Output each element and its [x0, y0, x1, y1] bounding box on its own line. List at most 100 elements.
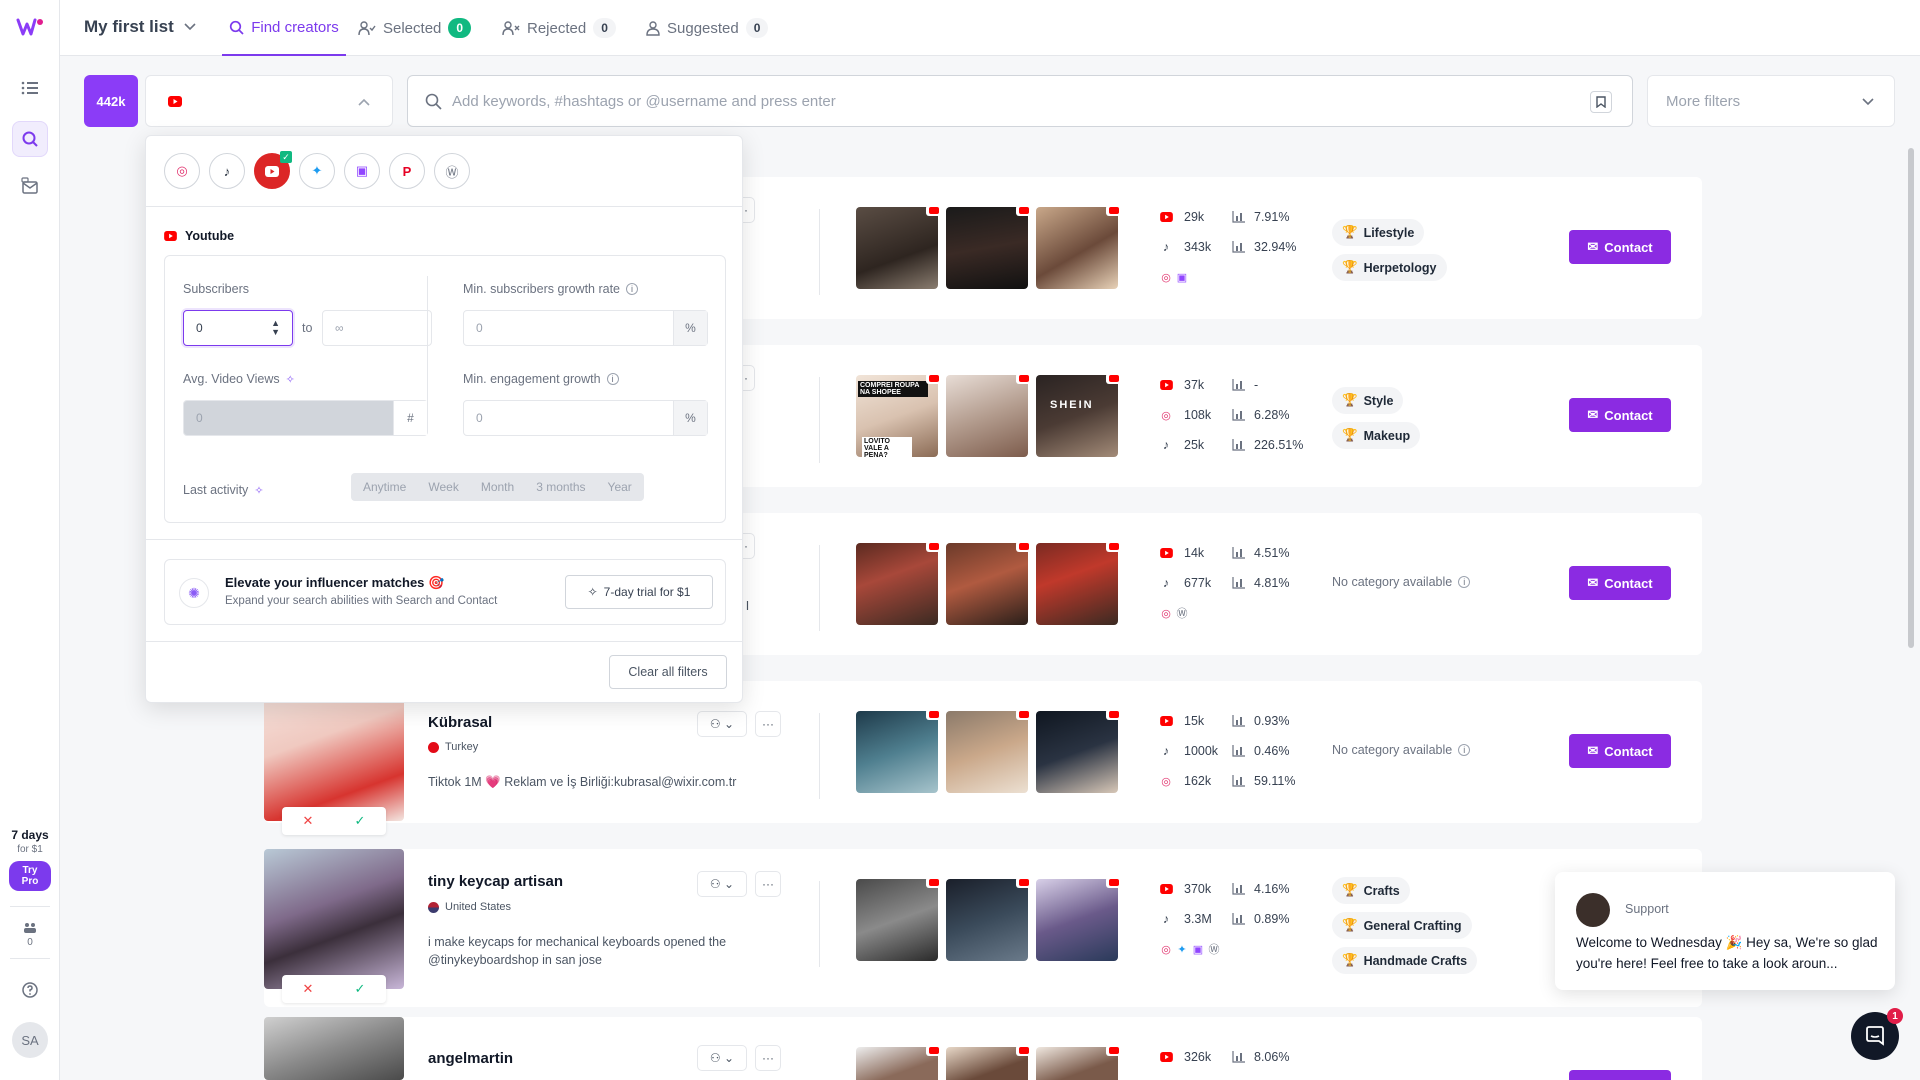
tab-find-creators[interactable]: Find creators [222, 0, 346, 56]
extra-platforms: ◎ Ⓦ [1158, 598, 1289, 628]
top-bar: My first list Find creators Selected 0 R… [60, 0, 1920, 56]
twitter-icon[interactable]: ✦ [1174, 941, 1190, 957]
growth-rate-input[interactable]: 0 % [463, 310, 708, 346]
creator-photo[interactable] [264, 849, 404, 989]
try-pro-button[interactable]: Try Pro [9, 861, 51, 891]
more-options-button[interactable]: ··· [755, 871, 781, 897]
pinterest-toggle[interactable]: P [389, 153, 425, 189]
instagram-icon[interactable]: ◎ [1158, 269, 1174, 285]
activity-option-month[interactable]: Month [470, 475, 525, 499]
list-selector[interactable]: My first list [84, 17, 196, 37]
contact-button[interactable]: ✉ Contact [1569, 398, 1671, 432]
creator-name[interactable]: Kübrasal [428, 714, 492, 731]
chat-launcher-button[interactable]: 1 [1851, 1008, 1903, 1060]
creator-photo[interactable] [264, 1017, 404, 1080]
trial-box: 7 days for $1 Try Pro [6, 828, 54, 891]
tab-selected[interactable]: Selected 0 [358, 0, 472, 56]
search-nav-icon[interactable] [12, 121, 48, 157]
app-logo[interactable] [16, 16, 44, 38]
bookmark-button[interactable] [1590, 91, 1612, 113]
video-thumbnail[interactable] [1036, 709, 1121, 793]
engagement-icon [1232, 547, 1245, 559]
creator-name[interactable]: angelmartin [428, 1050, 513, 1067]
wordpress-icon[interactable]: Ⓦ [1174, 605, 1190, 621]
add-to-list-button[interactable]: ⚇ ⌄ [697, 1045, 747, 1071]
contact-button[interactable]: ✉ Contact [1569, 566, 1671, 600]
stat-row: 29k 7.91% [1158, 202, 1296, 232]
select-icon[interactable]: ✓ [355, 981, 366, 997]
add-to-list-button[interactable]: ⚇ ⌄ [697, 871, 747, 897]
activity-option-anytime[interactable]: Anytime [353, 475, 417, 499]
search-input[interactable] [452, 92, 1552, 110]
instagram-icon[interactable]: ◎ [1158, 941, 1174, 957]
video-thumbnail[interactable] [946, 541, 1031, 625]
inbox-icon[interactable] [12, 168, 48, 204]
video-thumbnail[interactable] [856, 877, 941, 961]
video-thumbnail[interactable] [946, 877, 1031, 961]
more-filters-select[interactable]: More filters [1647, 75, 1895, 127]
info-icon[interactable]: i [626, 283, 639, 295]
add-to-list-button[interactable]: ⚇ ⌄ [697, 711, 747, 737]
followers-value: 162k [1184, 774, 1212, 788]
video-thumbnail[interactable] [856, 709, 941, 793]
engagement-growth-input[interactable]: 0 % [463, 400, 708, 436]
scrollbar[interactable] [1908, 148, 1914, 648]
contact-button[interactable]: ✉ Contact [1569, 230, 1671, 264]
video-thumbnail[interactable] [946, 1045, 1031, 1080]
activity-option-year[interactable]: Year [597, 475, 642, 499]
select-icon[interactable]: ✓ [355, 813, 366, 829]
twitch-toggle[interactable]: ▣ [344, 153, 380, 189]
followers-value: 343k [1184, 240, 1212, 254]
video-thumbnail[interactable]: SHEIN [1036, 373, 1121, 457]
user-avatar[interactable]: SA [12, 1022, 48, 1058]
twitch-icon[interactable]: ▣ [1174, 269, 1190, 285]
avg-views-input[interactable]: 0 # [183, 400, 428, 436]
tab-suggested[interactable]: Suggested 0 [646, 0, 769, 56]
twitch-icon[interactable]: ▣ [1190, 941, 1206, 957]
more-options-button[interactable]: ··· [755, 1045, 781, 1071]
trial-button[interactable]: ✧ 7-day trial for $1 [565, 575, 713, 609]
platform-select[interactable] [145, 75, 393, 127]
reject-icon[interactable]: ✕ [303, 813, 314, 829]
video-thumbnail[interactable] [1036, 1045, 1121, 1080]
video-thumbnail[interactable] [1036, 205, 1121, 289]
more-options-button[interactable]: ··· [755, 711, 781, 737]
instagram-icon[interactable]: ◎ [1158, 605, 1174, 621]
engagement-icon [1232, 409, 1245, 421]
wordpress-toggle[interactable]: Ⓦ [434, 153, 470, 189]
info-icon[interactable]: i [1458, 744, 1471, 756]
help-icon[interactable] [12, 972, 48, 1008]
video-thumbnail[interactable] [946, 373, 1031, 457]
video-thumbnail[interactable] [1036, 877, 1121, 961]
video-thumbnail[interactable] [856, 541, 941, 625]
contact-button[interactable] [1569, 1070, 1671, 1080]
video-thumbnail[interactable] [1036, 541, 1121, 625]
clear-filters-button[interactable]: Clear all filters [609, 655, 727, 689]
tiktok-toggle[interactable]: ♪ [209, 153, 245, 189]
activity-option-3-months[interactable]: 3 months [526, 475, 596, 499]
creator-name[interactable]: tiny keycap artisan [428, 873, 563, 890]
video-thumbnail[interactable] [856, 1045, 941, 1080]
stepper-icon[interactable]: ▲ ▼ [271, 319, 280, 337]
video-thumbnail[interactable]: COMPREI ROUPA NA SHOPEE LOVITO VALE A PE… [856, 373, 941, 460]
video-thumbnail[interactable] [856, 205, 941, 289]
lists-icon[interactable] [12, 70, 48, 106]
filter-popover: ◎ ♪ ✓ ✦ ▣ P Ⓦ Youtube Subscribers 0 ▲ ▼ t… [145, 135, 743, 703]
contact-button[interactable]: ✉ Contact [1569, 734, 1671, 768]
last-activity-segment: Anytime Week Month 3 months Year [351, 473, 644, 501]
activity-option-week[interactable]: Week [418, 475, 469, 499]
video-thumbnail[interactable] [946, 709, 1031, 793]
instagram-toggle[interactable]: ◎ [164, 153, 200, 189]
video-thumbnail[interactable] [946, 205, 1031, 289]
wordpress-icon[interactable]: Ⓦ [1206, 941, 1222, 957]
youtube-toggle[interactable]: ✓ [254, 151, 292, 189]
info-icon[interactable]: i [606, 373, 619, 385]
tab-rejected[interactable]: Rejected 0 [502, 0, 616, 56]
twitter-toggle[interactable]: ✦ [299, 153, 335, 189]
info-icon[interactable]: i [1458, 576, 1471, 588]
reject-icon[interactable]: ✕ [303, 981, 314, 997]
support-chat-popup[interactable]: Support Welcome to Wednesday 🎉 Hey sa, W… [1555, 872, 1895, 990]
engagement-icon [1232, 745, 1245, 757]
subscribers-min-input[interactable]: 0 ▲ ▼ [183, 310, 293, 346]
subscribers-max-input[interactable]: ∞ [322, 310, 432, 346]
